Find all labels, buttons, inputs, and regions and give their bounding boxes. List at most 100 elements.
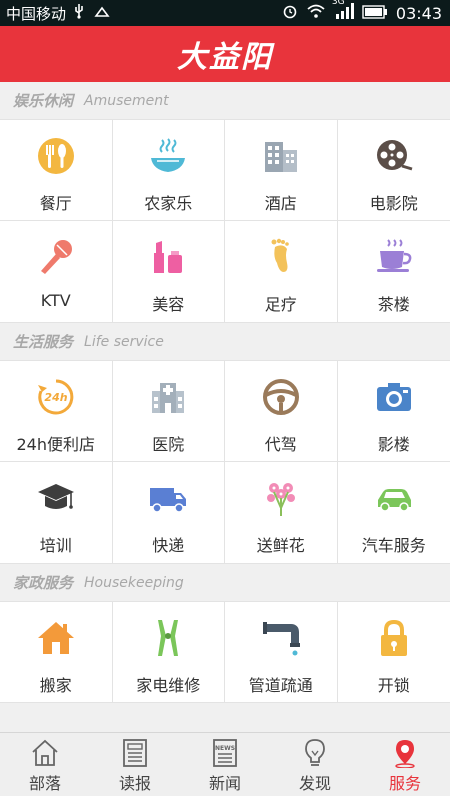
service-label: 代驾 — [265, 431, 297, 455]
cinema-icon — [374, 136, 414, 176]
newspaper-icon — [120, 738, 150, 768]
notification-icon — [94, 4, 110, 22]
service-label: 电影院 — [370, 190, 418, 214]
service-label: 搬家 — [40, 672, 72, 696]
service-hospital[interactable]: 医院 — [113, 361, 226, 462]
restaurant-icon — [36, 136, 76, 176]
service-label: 24h便利店 — [16, 431, 95, 455]
service-teahouse[interactable]: 茶楼 — [338, 221, 450, 322]
location-pin-icon — [390, 738, 420, 768]
brand-logo: 大益阳 — [177, 32, 273, 76]
signal-icon: 3G — [334, 3, 354, 23]
service-restaurant[interactable]: 餐厅 — [0, 120, 113, 221]
carrier-name: 中国移动 — [6, 3, 66, 24]
camera-icon — [374, 377, 414, 417]
amusement-grid: 餐厅 农家乐 酒店 电影院 KTV 美容 足疗 茶楼 — [0, 119, 450, 323]
section-subtitle: Housekeeping — [84, 575, 184, 591]
section-title: 娱乐休闲 — [13, 90, 73, 111]
foot-icon — [261, 237, 301, 277]
service-label: KTV — [41, 291, 71, 310]
clock: 03:43 — [396, 4, 442, 23]
car-icon — [374, 478, 414, 518]
service-appliance-repair[interactable]: 家电维修 — [113, 602, 226, 703]
nav-label: 部落 — [29, 770, 61, 794]
pipe-icon — [261, 618, 301, 658]
farmhouse-icon — [148, 136, 188, 176]
lightbulb-icon — [300, 738, 330, 768]
service-courier[interactable]: 快递 — [113, 462, 226, 563]
service-label: 医院 — [152, 431, 184, 455]
service-label: 送鲜花 — [257, 532, 305, 556]
service-designated-driver[interactable]: 代驾 — [225, 361, 338, 462]
flower-icon — [261, 478, 301, 518]
service-training[interactable]: 培训 — [0, 462, 113, 563]
section-title: 生活服务 — [13, 331, 73, 352]
hospital-icon — [148, 377, 188, 417]
store-24h-icon: 24h — [36, 377, 76, 417]
service-pipe-dredging[interactable]: 管道疏通 — [225, 602, 338, 703]
housekeeping-grid: 搬家 家电维修 管道疏通 开锁 — [0, 601, 450, 703]
service-label: 开锁 — [378, 672, 410, 696]
pliers-icon — [148, 618, 188, 658]
nav-tribe[interactable]: 部落 — [0, 733, 90, 796]
bottom-nav: 部落 读报 NEWS 新闻 发现 服务 — [0, 732, 450, 796]
service-label: 培训 — [40, 532, 72, 556]
nav-label: 发现 — [299, 770, 331, 794]
steering-wheel-icon — [261, 377, 301, 417]
nav-service[interactable]: 服务 — [360, 733, 450, 796]
graduation-cap-icon — [36, 478, 76, 518]
service-photo-studio[interactable]: 影楼 — [338, 361, 450, 462]
section-subtitle: Amusement — [84, 93, 169, 109]
tribe-icon — [30, 738, 60, 768]
service-label: 茶楼 — [378, 291, 410, 315]
news-icon: NEWS — [210, 738, 240, 768]
beauty-icon — [148, 237, 188, 277]
service-hotel[interactable]: 酒店 — [225, 120, 338, 221]
service-beauty[interactable]: 美容 — [113, 221, 226, 322]
usb-icon — [72, 3, 86, 23]
nav-label: 服务 — [389, 770, 421, 794]
service-content[interactable]: 娱乐休闲 Amusement 餐厅 农家乐 酒店 电影院 KTV 美容 — [0, 82, 450, 732]
service-label: 管道疏通 — [249, 672, 313, 696]
service-flowers[interactable]: 送鲜花 — [225, 462, 338, 563]
service-unlock[interactable]: 开锁 — [338, 602, 450, 703]
nav-news[interactable]: NEWS 新闻 — [180, 733, 270, 796]
section-header-life-service: 生活服务 Life service — [0, 323, 450, 360]
service-label: 酒店 — [265, 190, 297, 214]
service-moving[interactable]: 搬家 — [0, 602, 113, 703]
nav-label: 新闻 — [209, 770, 241, 794]
tea-cup-icon — [374, 237, 414, 277]
service-ktv[interactable]: KTV — [0, 221, 113, 322]
nav-read-paper[interactable]: 读报 — [90, 733, 180, 796]
service-label: 美容 — [152, 291, 184, 315]
lock-icon — [374, 618, 414, 658]
service-foot-massage[interactable]: 足疗 — [225, 221, 338, 322]
service-label: 足疗 — [265, 291, 297, 315]
service-cinema[interactable]: 电影院 — [338, 120, 450, 221]
service-label: 影楼 — [378, 431, 410, 455]
nav-discover[interactable]: 发现 — [270, 733, 360, 796]
service-24h-store[interactable]: 24h 24h便利店 — [0, 361, 113, 462]
service-car[interactable]: 汽车服务 — [338, 462, 450, 563]
status-bar: 中国移动 3G 03:43 — [0, 0, 450, 26]
nav-label: 读报 — [119, 770, 151, 794]
house-icon — [36, 618, 76, 658]
service-label: 餐厅 — [40, 190, 72, 214]
service-label: 农家乐 — [144, 190, 192, 214]
microphone-icon — [36, 237, 76, 277]
wifi-icon — [306, 3, 326, 23]
battery-icon — [362, 4, 388, 23]
signal-badge: 3G — [332, 0, 345, 7]
hotel-icon — [261, 136, 301, 176]
app-header: 大益阳 — [0, 26, 450, 82]
truck-icon — [148, 478, 188, 518]
service-label: 汽车服务 — [362, 532, 426, 556]
section-header-amusement: 娱乐休闲 Amusement — [0, 82, 450, 119]
alarm-icon — [282, 3, 298, 23]
section-title: 家政服务 — [13, 572, 73, 593]
news-tag: NEWS — [215, 745, 235, 752]
service-farmhouse[interactable]: 农家乐 — [113, 120, 226, 221]
service-label: 家电维修 — [136, 672, 200, 696]
service-label: 快递 — [152, 532, 184, 556]
section-header-housekeeping: 家政服务 Housekeeping — [0, 564, 450, 601]
